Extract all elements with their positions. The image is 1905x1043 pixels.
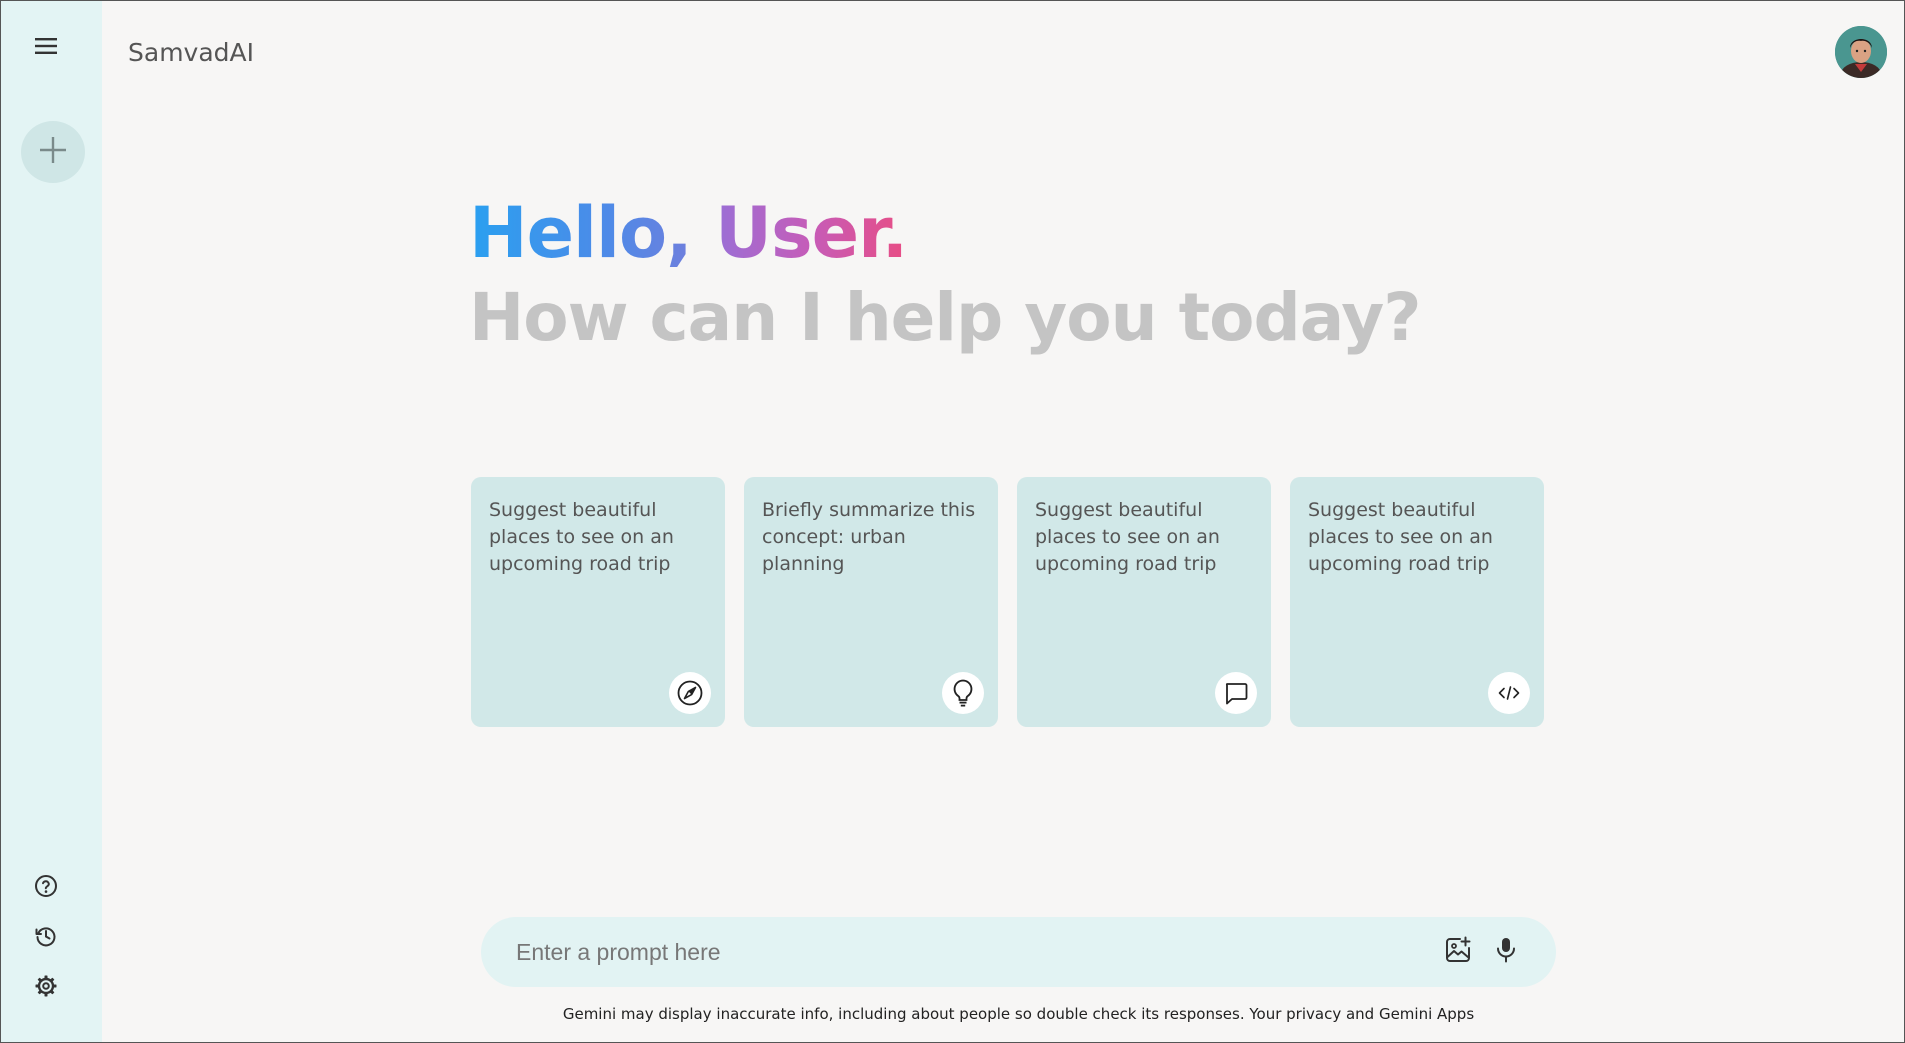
voice-input-button[interactable] <box>1486 932 1526 972</box>
settings-button[interactable] <box>31 973 61 1003</box>
history-icon <box>34 924 58 952</box>
suggestion-card-text: Suggest beautiful places to see on an up… <box>1035 499 1220 575</box>
help-icon <box>34 874 58 902</box>
history-button[interactable] <box>31 923 61 953</box>
chat-bubble-icon <box>1215 672 1257 714</box>
disclaimer-text: Gemini may display inaccurate info, incl… <box>562 1005 1475 1023</box>
suggestion-card-text: Suggest beautiful places to see on an up… <box>489 499 674 575</box>
sidebar <box>1 1 102 1042</box>
hamburger-menu-icon[interactable] <box>31 33 61 59</box>
app-title: SamvadAI <box>128 38 255 67</box>
compass-icon <box>669 672 711 714</box>
microphone-icon <box>1494 936 1518 968</box>
greeting-subtitle: How can I help you today? <box>469 279 1422 356</box>
code-icon <box>1488 672 1530 714</box>
greeting-title: Hello, User. <box>469 191 1421 275</box>
help-button[interactable] <box>31 873 61 903</box>
user-avatar[interactable] <box>1835 26 1887 78</box>
settings-gear-icon <box>34 974 58 1002</box>
new-chat-button[interactable] <box>21 121 85 183</box>
suggestion-card[interactable]: Suggest beautiful places to see on an up… <box>1017 477 1271 727</box>
suggestion-card-text: Suggest beautiful places to see on an up… <box>1308 499 1493 575</box>
suggestion-cards: Suggest beautiful places to see on an up… <box>471 477 1544 727</box>
greeting-user: User. <box>715 192 908 274</box>
app-window: SamvadAI Hello, User. How can I help you… <box>0 0 1905 1043</box>
add-image-icon <box>1443 935 1473 969</box>
greeting-hello: Hello, <box>469 192 693 274</box>
suggestion-card-text: Briefly summarize this concept: urban pl… <box>762 499 976 575</box>
prompt-input[interactable] <box>481 916 1438 988</box>
suggestion-card[interactable]: Suggest beautiful places to see on an up… <box>471 477 725 727</box>
image-upload-button[interactable] <box>1438 932 1478 972</box>
avatar-image <box>1835 26 1887 78</box>
lightbulb-icon <box>942 672 984 714</box>
suggestion-card[interactable]: Briefly summarize this concept: urban pl… <box>744 477 998 727</box>
plus-icon <box>38 135 68 169</box>
greeting: Hello, User. How can I help you today? <box>469 191 1422 361</box>
prompt-bar <box>481 916 1556 988</box>
suggestion-card[interactable]: Suggest beautiful places to see on an up… <box>1290 477 1544 727</box>
